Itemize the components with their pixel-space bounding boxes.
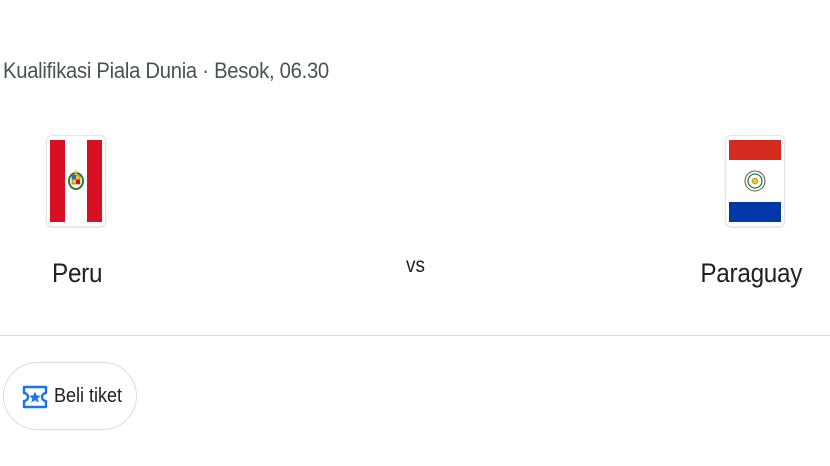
ticket-icon	[22, 385, 48, 409]
paraguay-flag-icon	[726, 136, 784, 226]
home-team-name: Peru	[52, 258, 103, 288]
away-team-name: Paraguay	[700, 258, 802, 288]
divider	[0, 335, 830, 336]
home-team[interactable]: Peru	[40, 130, 170, 300]
buy-tickets-button[interactable]: Beli tiket	[3, 362, 137, 430]
match-header: Kualifikasi Piala Dunia · Besok, 06.30	[3, 58, 329, 83]
away-team[interactable]: Paraguay	[690, 130, 825, 300]
buy-tickets-label: Beli tiket	[54, 385, 123, 407]
vs-label: vs	[406, 254, 425, 277]
peru-flag-icon	[47, 136, 105, 226]
